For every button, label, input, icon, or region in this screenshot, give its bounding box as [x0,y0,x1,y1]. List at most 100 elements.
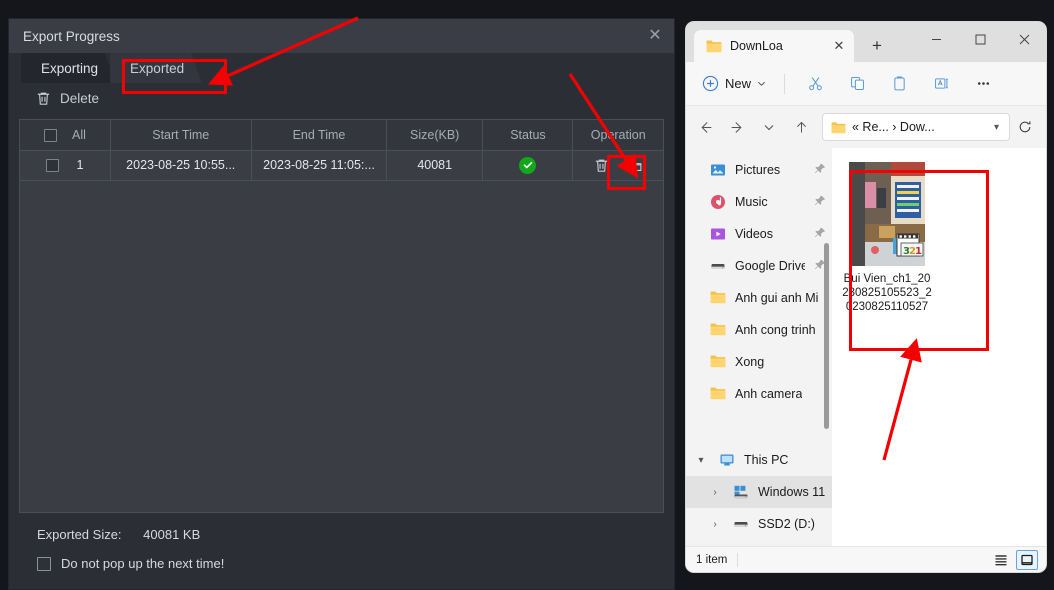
folder-icon [710,354,726,370]
new-button[interactable]: New [694,70,774,97]
sidebar-item-google-drive[interactable]: Google Drive [686,250,832,282]
cell-size: 40081 [386,150,484,181]
drive-icon [710,258,726,274]
list-item[interactable]: 3 2 1 Bui Vien_ch1_20230825105523_202308… [842,162,932,314]
music-icon [710,194,726,210]
do-not-popup-row[interactable]: Do not pop up the next time! [37,556,674,571]
sidebar-item-this-pc[interactable]: ▾ This PC [686,444,832,476]
sidebar-item-label: Anh camera [735,387,803,401]
sidebar-item-label: This PC [744,453,789,467]
sidebar-item-ssd2-d[interactable]: › SSD2 (D:) [686,508,832,540]
dialog-titlebar: Export Progress ✕ [9,19,674,53]
row-trash-icon[interactable] [593,157,610,174]
explorer-tab-downloads[interactable]: DownLoa ✕ [694,30,854,62]
close-icon[interactable]: ✕ [642,23,668,49]
pin-icon[interactable] [814,227,826,242]
tab-exported-label: Exported [130,60,185,76]
sidebar-item-label: Videos [735,227,773,241]
row-checkbox[interactable] [46,159,60,173]
column-size: Size(KB) [386,120,484,151]
sidebar-item-label: Music [735,195,768,209]
close-icon[interactable] [1002,22,1046,56]
exported-size: Exported Size: 40081 KB [37,527,674,542]
breadcrumb[interactable]: « Re... › Dow... ▾ [822,113,1010,141]
dialog-footer: Exported Size: 40081 KB Do not pop up th… [9,513,674,589]
table-header-row: All Start Time End Time Size(KB) Status … [20,120,663,151]
sidebar-item-anh-camera[interactable]: Anh camera [686,378,832,410]
chevron-down-icon[interactable]: ▾ [990,122,1003,133]
trash-icon[interactable] [35,90,52,107]
sidebar-item-music[interactable]: Music [686,186,832,218]
plus-icon[interactable]: + [864,34,890,58]
file-explorer-window: DownLoa ✕ + New « Re... › Dow... ▾ Pictu… [686,22,1046,572]
tab-exporting[interactable]: Exporting [21,53,117,83]
export-table-container: All Start Time End Time Size(KB) Status … [19,119,664,513]
copy-icon[interactable] [837,69,877,99]
column-end-time: End Time [251,120,387,151]
close-icon[interactable]: ✕ [830,37,848,55]
chevron-down-icon [758,81,765,86]
file-list-pane[interactable]: 3 2 1 Bui Vien_ch1_20230825105523_202308… [832,148,1046,546]
file-thumbnail: 3 2 1 [849,162,925,266]
chevron-right-icon[interactable]: › [708,487,722,498]
navigation-scrollbar[interactable] [824,243,829,429]
folder-icon [831,121,846,134]
plus-circle-icon [702,75,719,92]
sidebar-item-label: Xong [735,355,765,369]
delete-button[interactable]: Delete [60,91,99,106]
refresh-icon[interactable] [1012,113,1038,141]
view-toggle-group [990,549,1038,570]
folder-icon [710,290,726,306]
sidebar-item-videos[interactable]: Videos [686,218,832,250]
table-row[interactable]: 1 2023-08-25 10:55... 2023-08-25 11:05:.… [20,150,663,181]
pin-icon[interactable] [814,163,826,178]
rename-icon[interactable] [921,69,961,99]
row-select-cell: 1 [20,150,111,181]
minimize-icon[interactable] [914,22,958,56]
details-view-icon[interactable] [1016,549,1038,570]
sidebar-item-label: Anh gui anh Mi [735,291,819,305]
breadcrumb-text: « Re... › Dow... [852,120,935,134]
arrow-right-icon[interactable] [722,113,752,141]
column-operation: Operation [572,120,663,151]
chevron-down-icon[interactable] [754,113,784,141]
cell-start-time: 2023-08-25 10:55... [110,150,252,181]
row-index: 1 [76,157,84,172]
pin-icon[interactable] [814,195,826,210]
column-all: All [20,120,111,151]
cell-end-time: 2023-08-25 11:05:... [251,150,387,181]
videos-icon [710,226,726,242]
sidebar-item-anh-gui-anh-mi[interactable]: Anh gui anh Mi [686,282,832,314]
do-not-popup-label: Do not pop up the next time! [61,556,225,571]
chevron-down-icon[interactable]: ▾ [694,455,708,466]
select-all-checkbox[interactable] [43,128,57,142]
paste-icon[interactable] [879,69,919,99]
folder-icon [710,322,726,338]
sidebar-item-windows-11-c[interactable]: › Windows 11 (C [686,476,832,508]
open-folder-icon[interactable] [626,157,643,174]
sidebar-item-xong[interactable]: Xong [686,346,832,378]
arrow-left-icon[interactable] [690,113,720,141]
toolbar-divider [784,73,786,94]
sidebar-item-label: Pictures [735,163,781,177]
chevron-right-icon[interactable]: › [708,519,722,530]
column-all-label: All [72,127,86,142]
exported-size-value: 40081 KB [143,527,201,542]
sidebar-item-label: Google Drive [735,259,805,273]
tab-exported[interactable]: Exported [110,53,203,83]
arrow-up-icon[interactable] [786,113,816,141]
more-icon[interactable] [963,69,1003,99]
svg-text:1: 1 [915,246,922,257]
do-not-popup-checkbox[interactable] [37,556,51,571]
explorer-main: Pictures Music Videos Google Drive Anh g… [686,148,1046,546]
list-view-icon[interactable] [990,550,1012,570]
explorer-titlebar: DownLoa ✕ + [686,22,1046,62]
folder-icon [710,386,726,402]
sidebar-item-pictures[interactable]: Pictures [686,154,832,186]
sidebar-item-anh-cong-trinh[interactable]: Anh cong trinh [686,314,832,346]
address-bar: « Re... › Dow... ▾ [686,106,1046,148]
explorer-toolbar: New [686,62,1046,106]
this-pc-icon [719,452,735,468]
cut-icon[interactable] [795,69,835,99]
maximize-icon[interactable] [958,22,1002,56]
